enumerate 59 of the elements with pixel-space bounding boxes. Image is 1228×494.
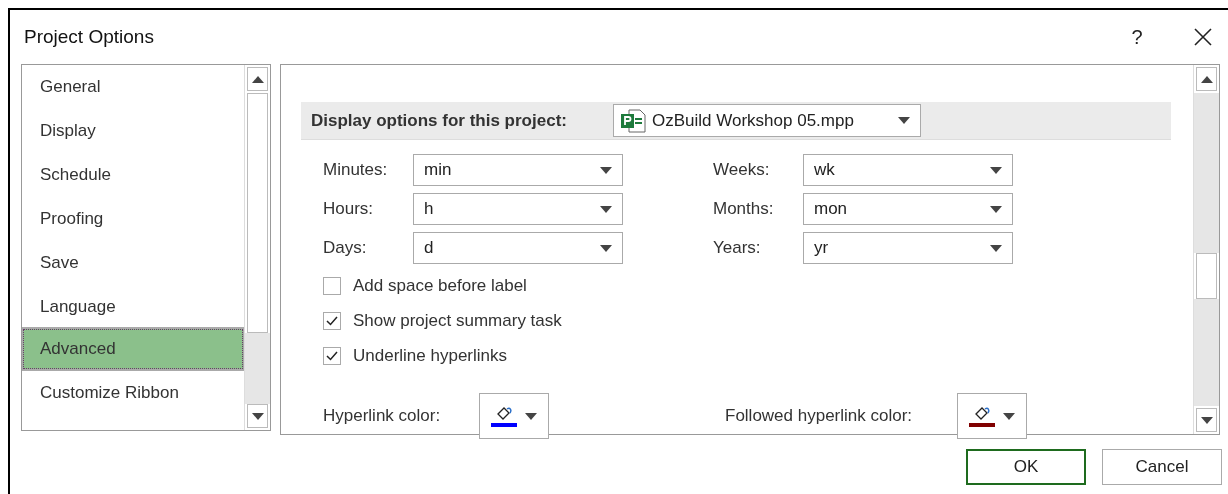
scroll-up-button[interactable] bbox=[247, 67, 268, 91]
project-dropdown[interactable]: OzBuild Workshop 05.mpp bbox=[613, 104, 921, 137]
scroll-down-button[interactable] bbox=[1196, 408, 1217, 432]
category-item[interactable]: Advanced bbox=[23, 329, 243, 369]
caret-icon bbox=[600, 166, 612, 174]
category-item[interactable]: Proofing bbox=[22, 197, 244, 241]
unit-dropdown[interactable]: min bbox=[413, 154, 623, 186]
color-picker-button[interactable] bbox=[957, 393, 1027, 439]
category-item[interactable]: Schedule bbox=[22, 153, 244, 197]
down-arrow-icon bbox=[1200, 416, 1213, 424]
checkbox-label: Underline hyperlinks bbox=[353, 346, 508, 366]
checkbox-label: Show project summary task bbox=[353, 311, 562, 331]
checkbox[interactable] bbox=[323, 277, 341, 295]
field-label: Weeks: bbox=[713, 160, 771, 180]
category-item[interactable]: General bbox=[22, 65, 244, 109]
unit-dropdown[interactable]: yr bbox=[803, 232, 1013, 264]
checkbox[interactable] bbox=[323, 312, 341, 330]
scroll-down-button[interactable] bbox=[247, 404, 268, 428]
dialog-button[interactable]: OK bbox=[966, 449, 1086, 485]
caret-icon bbox=[1003, 412, 1015, 420]
caret-icon bbox=[898, 117, 910, 124]
unit-dropdown[interactable]: mon bbox=[803, 193, 1013, 225]
category-item[interactable]: Save bbox=[22, 241, 244, 285]
color-picker-button[interactable] bbox=[479, 393, 549, 439]
unit-dropdown[interactable]: h bbox=[413, 193, 623, 225]
category-item[interactable]: Display bbox=[22, 109, 244, 153]
category-item[interactable]: Language bbox=[22, 285, 244, 329]
checkbox[interactable] bbox=[323, 347, 341, 365]
category-item[interactable]: Customize Ribbon bbox=[22, 371, 244, 415]
scroll-thumb[interactable] bbox=[247, 93, 268, 333]
project-file-icon bbox=[620, 108, 646, 133]
dialog-button[interactable]: Cancel bbox=[1102, 449, 1222, 485]
down-arrow-icon bbox=[251, 412, 264, 420]
field-label: Years: bbox=[713, 238, 762, 258]
up-arrow-icon bbox=[1200, 75, 1213, 83]
help-button[interactable]: ? bbox=[1126, 25, 1148, 49]
checkbox-label: Add space before label bbox=[353, 276, 527, 296]
up-arrow-icon bbox=[251, 75, 264, 83]
caret-icon bbox=[600, 244, 612, 252]
field-label: Hours: bbox=[323, 199, 375, 219]
scroll-thumb[interactable] bbox=[1196, 253, 1217, 299]
section-title: Display options for this project: bbox=[311, 110, 568, 131]
scrollbar[interactable] bbox=[1193, 65, 1219, 434]
field-label: Hyperlink color: bbox=[323, 406, 442, 426]
caret-icon bbox=[600, 205, 612, 213]
scrollbar[interactable] bbox=[244, 65, 270, 430]
field-label: Followed hyperlink color: bbox=[725, 406, 914, 426]
caret-icon bbox=[990, 244, 1002, 252]
unit-dropdown[interactable]: wk bbox=[803, 154, 1013, 186]
field-label: Minutes: bbox=[323, 160, 389, 180]
field-label: Days: bbox=[323, 238, 368, 258]
unit-dropdown[interactable]: d bbox=[413, 232, 623, 264]
caret-icon bbox=[990, 205, 1002, 213]
caret-icon bbox=[990, 166, 1002, 174]
caret-icon bbox=[525, 412, 537, 420]
window-title: Project Options bbox=[24, 26, 154, 48]
field-label: Months: bbox=[713, 199, 775, 219]
scroll-up-button[interactable] bbox=[1196, 67, 1217, 91]
close-button[interactable] bbox=[1192, 26, 1214, 48]
